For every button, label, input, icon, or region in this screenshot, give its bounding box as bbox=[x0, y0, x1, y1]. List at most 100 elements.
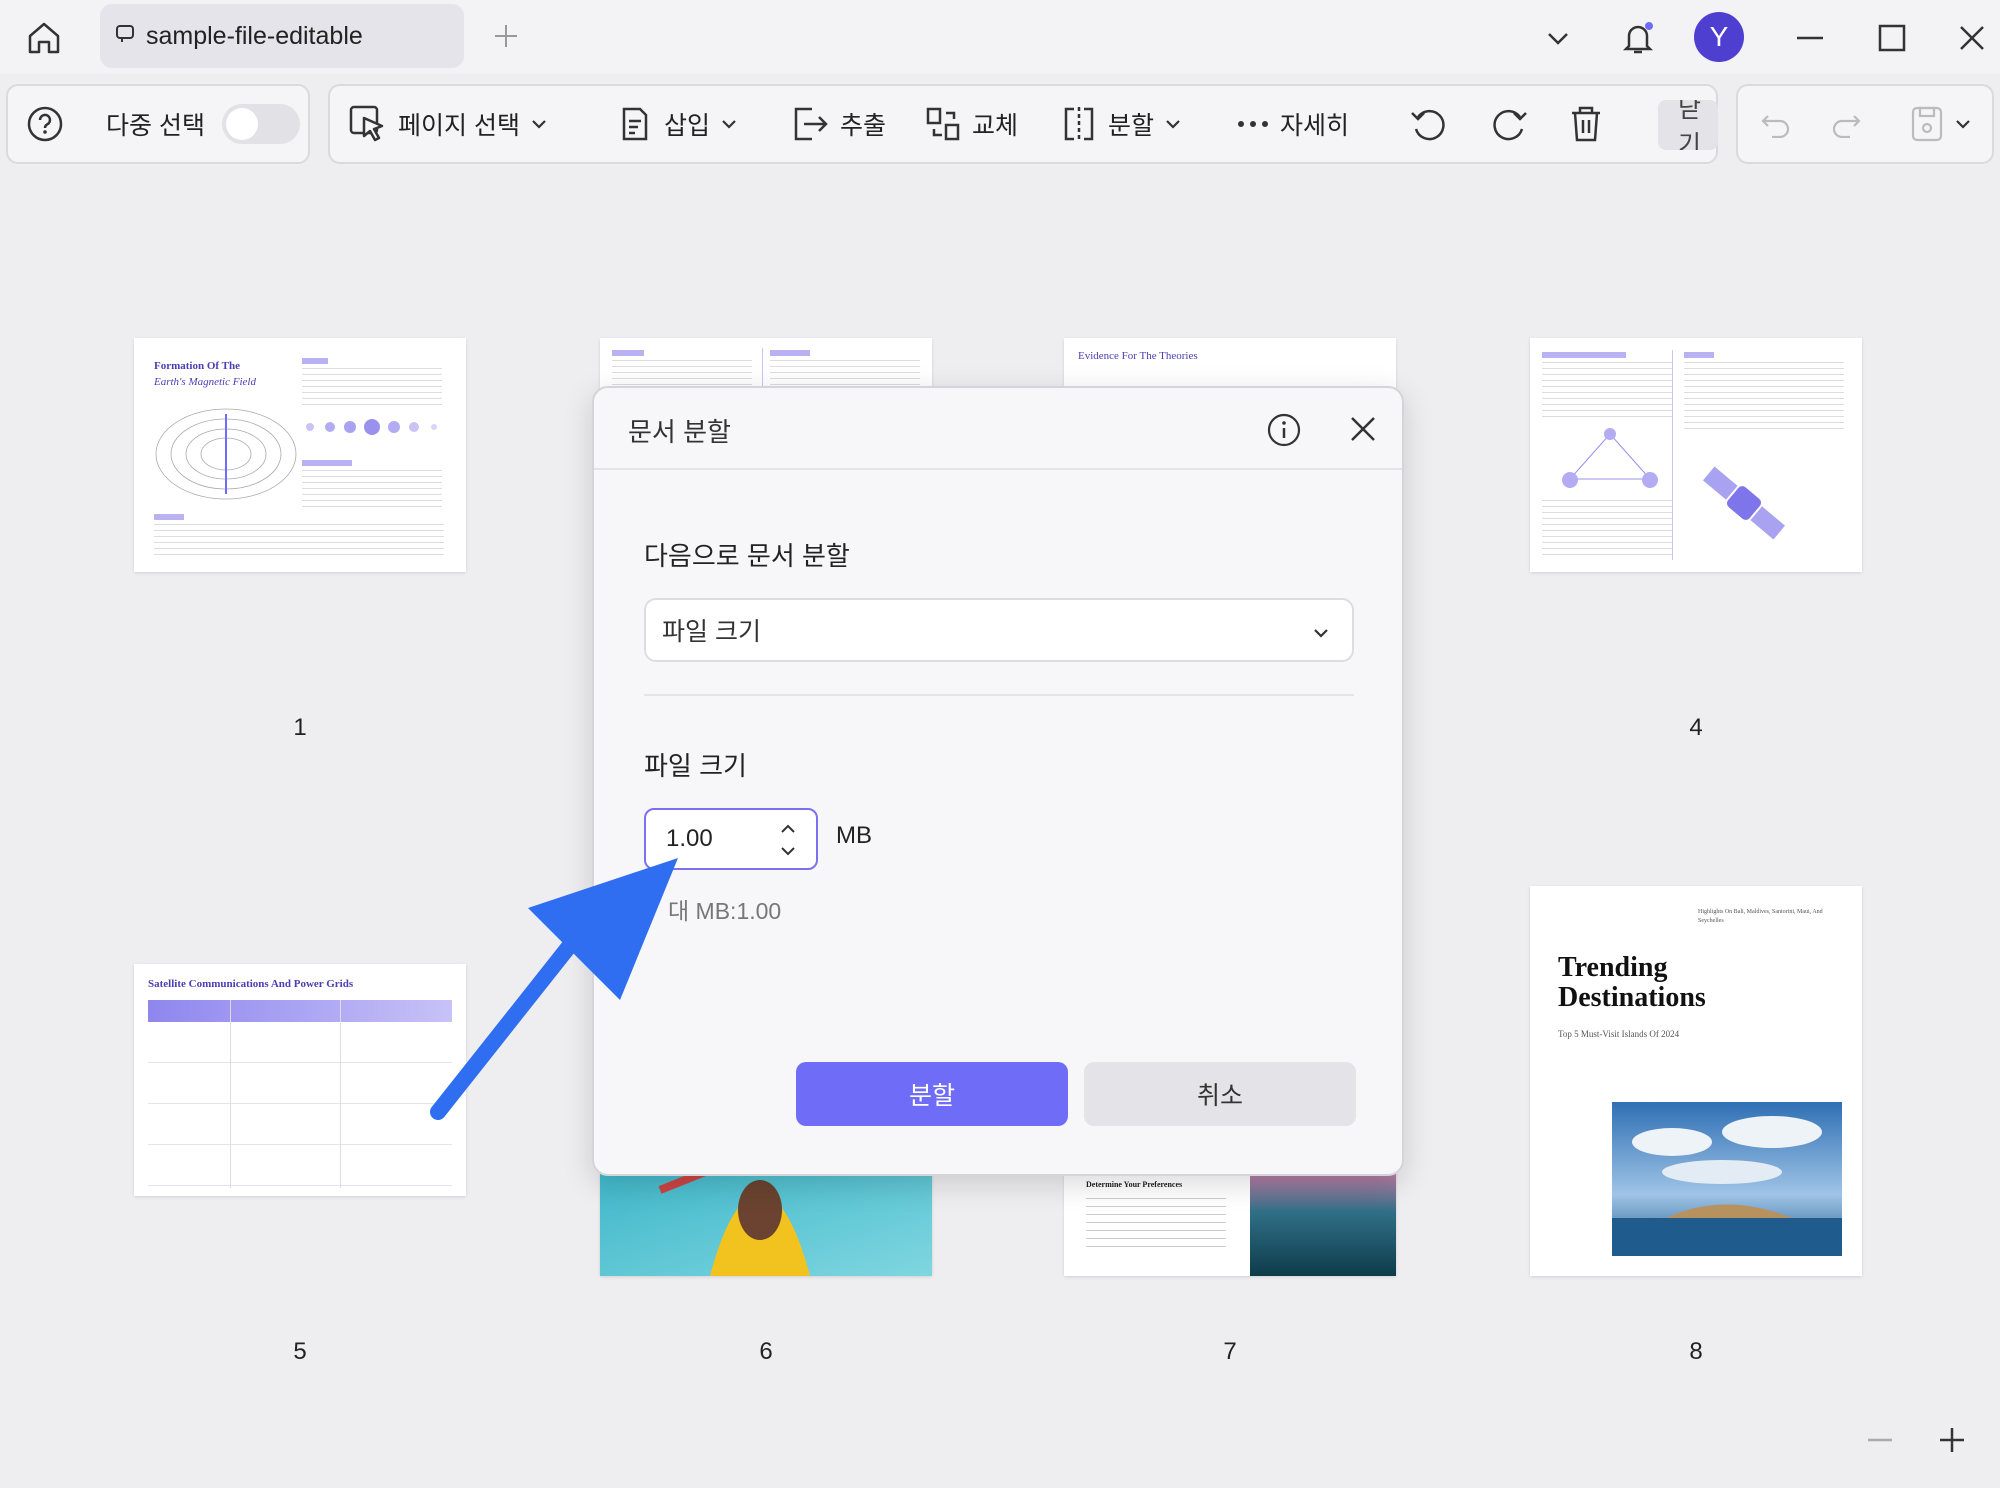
page-1-subtitle: Earth's Magnetic Field bbox=[154, 376, 256, 388]
page-8-top-note: Highlights On Bali, Maldives, Santorini,… bbox=[1698, 909, 1823, 924]
redo-icon bbox=[1832, 115, 1861, 138]
insert-button[interactable]: 삽입 bbox=[616, 86, 738, 162]
insert-label: 삽입 bbox=[664, 112, 711, 140]
info-icon[interactable] bbox=[1266, 412, 1302, 448]
multi-select-group: 다중 선택 bbox=[6, 84, 310, 164]
chevron-down-icon bbox=[1166, 120, 1180, 129]
dialog-header: 문서 분할 bbox=[594, 388, 1402, 470]
page-number: 7 bbox=[1223, 1338, 1237, 1365]
page-8-title-line1: Trending bbox=[1558, 952, 1668, 983]
split-confirm-button[interactable]: 분할 bbox=[796, 1062, 1068, 1126]
chevron-down-icon bbox=[1956, 120, 1970, 129]
split-method-select[interactable]: 파일 크기 bbox=[644, 598, 1354, 662]
file-size-label: 파일 크기 bbox=[644, 751, 747, 781]
extract-label: 추출 bbox=[840, 112, 887, 140]
save-button[interactable] bbox=[1910, 86, 1972, 162]
page-number: 6 bbox=[759, 1338, 773, 1365]
page-thumbnail-8[interactable]: Highlights On Bali, Maldives, Santorini,… bbox=[1530, 886, 1862, 1276]
extract-button[interactable]: 추출 bbox=[790, 86, 886, 162]
page-select-button[interactable]: 페이지 선택 bbox=[348, 86, 548, 162]
undo-icon bbox=[1761, 115, 1790, 138]
rotate-left-button[interactable] bbox=[1408, 86, 1450, 162]
page-number: 1 bbox=[293, 714, 307, 741]
split-by-label: 다음으로 문서 분할 bbox=[644, 541, 850, 571]
help-button[interactable] bbox=[26, 86, 64, 162]
chevron-down-icon[interactable] bbox=[1534, 14, 1582, 62]
multi-select-label: 다중 선택 bbox=[106, 112, 205, 140]
close-icon[interactable] bbox=[1348, 414, 1378, 444]
page-thumbnail-7[interactable]: Determine Your Preferences bbox=[1064, 1170, 1396, 1276]
replace-button[interactable]: 교체 bbox=[924, 86, 1018, 162]
annotation-arrow bbox=[430, 858, 678, 1120]
insert-page-icon bbox=[622, 107, 648, 141]
extract-icon bbox=[794, 107, 828, 141]
cancel-button[interactable]: 취소 bbox=[1084, 1062, 1356, 1126]
minimize-icon[interactable] bbox=[1786, 14, 1834, 62]
page-select-label: 페이지 선택 bbox=[398, 112, 520, 140]
title-bar: sample-file-editable Y bbox=[0, 0, 2000, 74]
zoom-in-icon[interactable] bbox=[1932, 1420, 1972, 1460]
more-dots-icon bbox=[1238, 121, 1268, 127]
chevron-down-icon bbox=[532, 120, 546, 129]
kayak-photo bbox=[600, 1170, 932, 1276]
zoom-out-icon[interactable] bbox=[1860, 1420, 1900, 1460]
page-thumbnail-1[interactable]: Formation Of The Earth's Magnetic Field bbox=[134, 338, 466, 572]
page-1-title: Formation Of The bbox=[154, 360, 240, 372]
split-method-value: 파일 크기 bbox=[662, 618, 761, 646]
page-thumbnail-4[interactable] bbox=[1530, 338, 1862, 572]
close-window-icon[interactable] bbox=[1948, 14, 1996, 62]
help-icon bbox=[27, 106, 63, 142]
page-8-title-line2: Destinations bbox=[1558, 982, 1706, 1013]
multi-select-toggle[interactable] bbox=[222, 86, 300, 162]
more-label: 자세히 bbox=[1280, 112, 1350, 140]
undo-button[interactable] bbox=[1760, 86, 1792, 162]
planets-row bbox=[306, 419, 437, 435]
split-document-dialog: 문서 분할 다음으로 문서 분할 파일 크기 파일 크기 1.00 MB 대 M… bbox=[592, 386, 1404, 1176]
home-icon[interactable] bbox=[20, 14, 68, 62]
page-8-subtitle: Top 5 Must-Visit Islands Of 2024 bbox=[1558, 1029, 1680, 1039]
history-group bbox=[1736, 84, 1994, 164]
unit-label: MB bbox=[836, 822, 872, 849]
island-photo bbox=[1612, 1102, 1842, 1256]
satellite-illustration bbox=[1702, 466, 1786, 540]
stepper-arrows-icon[interactable] bbox=[780, 822, 796, 858]
page-thumbnail-5[interactable]: Satellite Communications And Power Grids bbox=[134, 964, 466, 1196]
page-3-heading: Evidence For The Theories bbox=[1078, 350, 1198, 362]
cursor-select-icon bbox=[349, 105, 384, 142]
document-icon bbox=[114, 23, 136, 50]
rotate-right-button[interactable] bbox=[1488, 86, 1530, 162]
split-label: 분할 bbox=[1108, 112, 1155, 140]
chevron-down-icon bbox=[722, 120, 736, 129]
dialog-title: 문서 분할 bbox=[628, 417, 731, 447]
redo-button[interactable] bbox=[1830, 86, 1862, 162]
avatar[interactable]: Y bbox=[1694, 12, 1744, 62]
split-icon bbox=[1064, 107, 1094, 141]
delete-button[interactable] bbox=[1568, 86, 1604, 162]
page-number: 5 bbox=[293, 1338, 307, 1365]
more-button[interactable]: 자세히 bbox=[1236, 86, 1349, 162]
satellite-diagram bbox=[1562, 428, 1658, 488]
maximize-icon[interactable] bbox=[1868, 14, 1916, 62]
rotate-right-icon bbox=[1493, 109, 1527, 141]
page-tools-group: 페이지 선택 삽입 추출 교체 분할 자세히 닫기 bbox=[328, 84, 1718, 164]
save-icon bbox=[1911, 106, 1943, 142]
rotate-left-icon bbox=[1411, 109, 1445, 141]
page-7-heading: Determine Your Preferences bbox=[1086, 1180, 1183, 1189]
split-button[interactable]: 분할 bbox=[1060, 86, 1182, 162]
page-thumbnail-6[interactable] bbox=[600, 1170, 932, 1276]
tab-title: sample-file-editable bbox=[146, 21, 363, 50]
page-number: 8 bbox=[1689, 1338, 1703, 1365]
trash-icon bbox=[1572, 106, 1600, 142]
close-label: 닫기 bbox=[1678, 100, 1702, 150]
page-5-title: Satellite Communications And Power Grids bbox=[148, 978, 354, 990]
replace-label: 교체 bbox=[972, 112, 1019, 140]
close-button[interactable]: 닫기 bbox=[1658, 100, 1718, 150]
replace-icon bbox=[926, 107, 960, 141]
page-number: 4 bbox=[1689, 714, 1703, 741]
magnetic-field-illustration bbox=[155, 408, 297, 500]
new-tab-icon[interactable] bbox=[488, 18, 524, 54]
divider bbox=[644, 694, 1354, 696]
document-tab[interactable]: sample-file-editable bbox=[100, 4, 464, 68]
chevron-down-icon bbox=[1314, 629, 1328, 638]
bell-icon[interactable] bbox=[1614, 14, 1662, 62]
